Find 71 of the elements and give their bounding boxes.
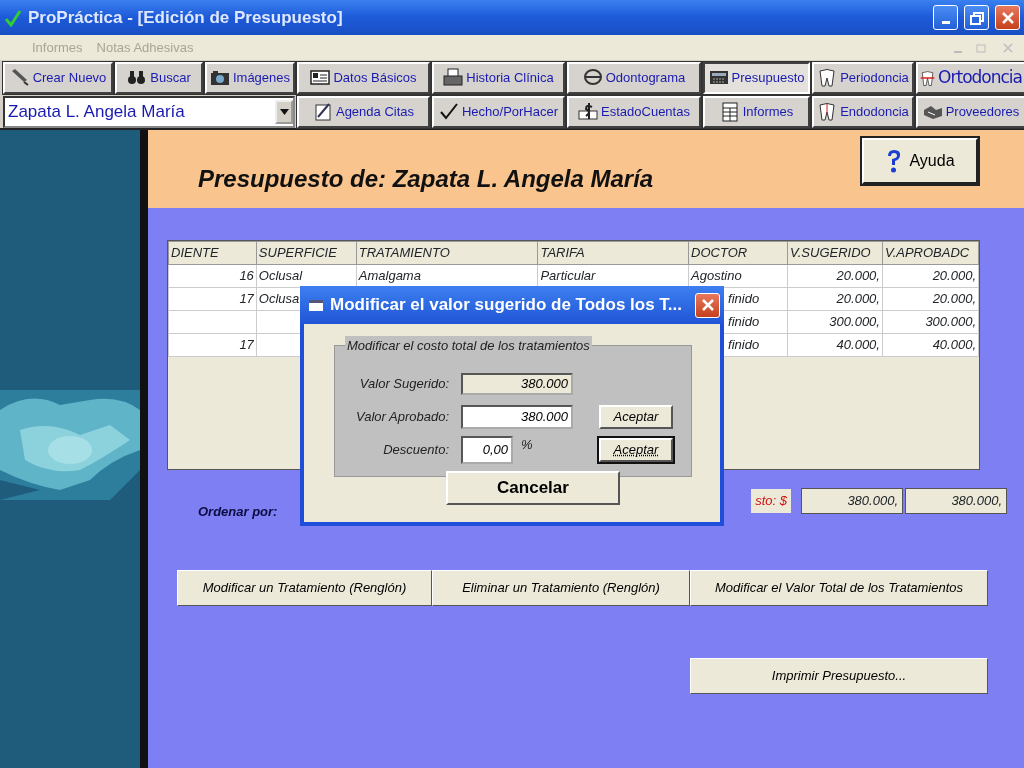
column-header[interactable]: V.APROBADC	[882, 241, 979, 265]
window-title: ProPráctica - [Edición de Presupuesto]	[28, 6, 344, 29]
sort-label: Ordenar por:	[198, 503, 278, 521]
toolbar-button[interactable]: Presupuesto	[703, 62, 810, 94]
page-title: Presupuesto de: Zapata L. Angela María	[198, 164, 654, 194]
unit-label: %	[521, 435, 533, 454]
tooth-icon	[920, 68, 936, 88]
toolbar-button[interactable]: Crear Nuevo	[3, 62, 113, 94]
column-header[interactable]: TRATAMIENTO	[356, 241, 538, 265]
notepad-icon	[312, 102, 333, 122]
toolbar-button[interactable]: Datos Básicos	[297, 62, 430, 94]
table-cell: 17	[168, 287, 257, 311]
action-button[interactable]: Eliminar un Tratamiento (Renglón)	[432, 569, 690, 606]
check-icon	[438, 102, 459, 122]
minimize-button[interactable]	[933, 5, 958, 30]
close-icon	[1002, 41, 1014, 54]
toolbar-button[interactable]: Odontograma	[567, 62, 701, 94]
toolbar-button[interactable]: Buscar	[115, 62, 203, 94]
tooth-icon	[817, 102, 838, 122]
minimize-icon	[941, 21, 950, 24]
help-button[interactable]: Ayuda	[862, 138, 978, 184]
accept-button[interactable]: Aceptar	[599, 404, 673, 429]
accept-button[interactable]: Aceptar	[599, 437, 673, 462]
maximize-button[interactable]	[964, 5, 989, 30]
field-label: Valor Aprobado:	[355, 407, 450, 426]
check-icon	[4, 8, 22, 27]
input-field[interactable]: 380.000	[461, 404, 573, 429]
total-field: 380.000,	[905, 488, 1007, 514]
toolbar-button[interactable]: Ortodoncia	[916, 62, 1024, 94]
print-button[interactable]: Imprimir Presupuesto...	[690, 657, 988, 694]
cancel-button[interactable]: Cancelar	[446, 471, 620, 505]
total-label: sto: $	[751, 489, 791, 513]
total-field: 380.000,	[801, 488, 903, 514]
toolbar-button[interactable]: Agenda Citas	[297, 96, 430, 128]
column-header[interactable]: TARIFA	[537, 241, 689, 265]
input-field[interactable]: 380.000	[461, 372, 573, 395]
toolbar-button[interactable]: Periodoncia	[812, 62, 914, 94]
column-header[interactable]: SUPERFICIE	[256, 241, 357, 265]
restore-icon	[968, 9, 985, 26]
id-card-icon	[310, 68, 331, 88]
action-button[interactable]: Modificar un Tratamiento (Renglón)	[177, 569, 432, 606]
ring-icon	[582, 68, 603, 88]
dropdown-arrow-icon	[279, 109, 289, 115]
toolbar-button[interactable]: Imágenes	[205, 62, 295, 94]
close-icon	[999, 9, 1016, 26]
toolbar-button[interactable]: EstadoCuentas	[567, 96, 701, 128]
patient-combo[interactable]: Zapata L. Angela María	[3, 96, 295, 128]
column-header[interactable]: V.SUGERIDO	[787, 241, 883, 265]
minimize-icon	[954, 50, 962, 53]
close-button[interactable]	[695, 292, 720, 318]
tooth-icon	[817, 68, 838, 88]
toolbar-button[interactable]: Hecho/PorHacer	[432, 96, 565, 128]
action-button[interactable]: Modificar el Valor Total de los Tratamientos	[690, 569, 988, 606]
close-icon	[699, 297, 716, 313]
restore-icon	[976, 41, 988, 54]
printer-icon	[443, 68, 464, 88]
close-button[interactable]	[995, 5, 1020, 30]
field-label: Valor Sugerido:	[358, 374, 450, 393]
toolbar-button[interactable]: Informes	[703, 96, 810, 128]
table-cell: 17	[168, 333, 257, 357]
toolbar-button[interactable]: Endodoncia	[812, 96, 914, 128]
camera-icon	[209, 68, 230, 88]
window-icon	[308, 298, 324, 312]
column-header[interactable]: DOCTOR	[688, 241, 788, 265]
toolbar-button[interactable]: Proveedores	[916, 96, 1024, 128]
spreadsheet-icon	[719, 102, 740, 122]
field-label: Descuento:	[382, 440, 450, 459]
toolbar-button[interactable]: Historia Clínica	[432, 62, 565, 94]
input-field[interactable]: 0,00	[461, 435, 513, 464]
column-header[interactable]: DIENTE	[168, 241, 257, 265]
table-cell: 16	[168, 264, 257, 288]
